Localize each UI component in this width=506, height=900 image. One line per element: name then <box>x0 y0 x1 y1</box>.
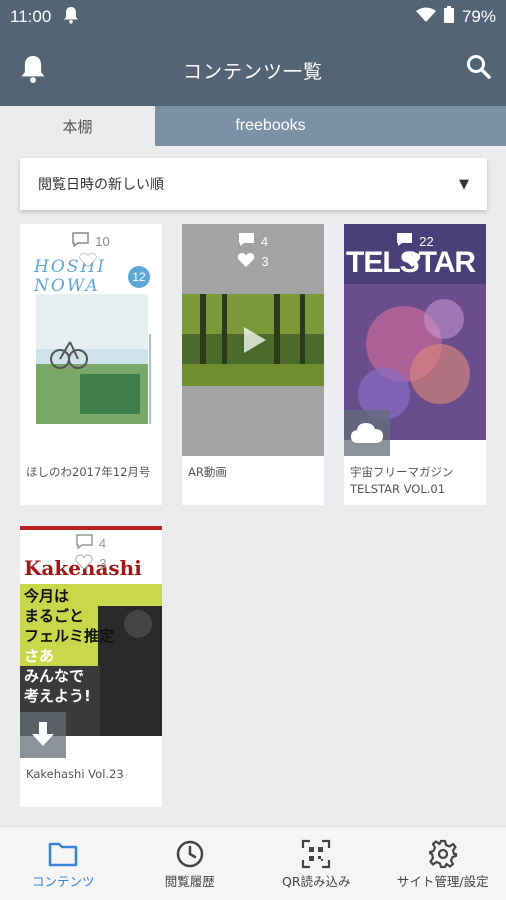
comment-icon <box>72 232 90 250</box>
nav-qr-reader[interactable]: QR読み込み <box>253 827 380 900</box>
nav-history[interactable]: 閲覧履歴 <box>127 827 254 900</box>
play-icon[interactable] <box>238 324 270 360</box>
card-title: 宇宙フリーマガジン TELSTAR VOL.01 <box>350 465 454 496</box>
comment-count: 4 <box>76 534 106 552</box>
shelf-tabs: 本棚 freebooks <box>0 106 506 146</box>
heart-icon <box>75 554 94 573</box>
folder-icon <box>48 837 78 871</box>
wifi-icon <box>415 7 436 28</box>
notification-bell-icon <box>63 6 79 28</box>
tab-freebooks[interactable]: freebooks <box>155 106 506 146</box>
card-title: AR動画 <box>188 465 227 479</box>
heart-icon <box>403 252 421 271</box>
status-time: 11:00 <box>10 7 52 26</box>
clock-icon <box>175 837 205 871</box>
content-card[interactable]: Kakehashi 今月は まるごと フェルミ推定 さあ みんなで 考えよう! … <box>20 526 162 807</box>
comment-icon <box>238 232 255 250</box>
content-card[interactable]: 4 3 AR動画 <box>182 224 324 505</box>
card-stats: 4 3 <box>20 534 162 573</box>
comment-count: 10 <box>72 232 110 250</box>
bell-icon[interactable] <box>20 54 46 88</box>
gear-icon <box>428 837 458 871</box>
content-card[interactable]: TELSTAR 22 宇宙フリーマガジン TELSTAR VOL.01 <box>344 224 486 505</box>
battery-icon <box>443 6 454 28</box>
card-stats: 4 3 <box>182 232 324 271</box>
bottom-navigation: コンテンツ 閲覧履歴 QR読み込み サイト管理/設定 <box>0 826 506 900</box>
page-title: コンテンツ一覧 <box>182 60 323 83</box>
cover-headline: 今月は まるごと フェルミ推定 さあ みんなで 考えよう! <box>24 587 115 705</box>
like-count <box>403 252 427 271</box>
heart-icon <box>79 252 97 271</box>
status-bar: 11:00 79% <box>0 0 506 34</box>
sort-selected-value: 閲覧日時の新しい順 <box>38 177 164 193</box>
tab-bookshelf[interactable]: 本棚 <box>0 106 155 146</box>
card-stats: 10 <box>20 232 162 271</box>
heart-icon <box>237 252 255 271</box>
battery-level: 79% <box>461 7 496 26</box>
like-count <box>79 252 103 271</box>
qr-icon <box>301 837 331 871</box>
search-icon[interactable] <box>466 54 492 84</box>
comment-count: 4 <box>238 232 268 250</box>
like-count: 3 <box>237 252 269 271</box>
card-title: ほしのわ2017年12月号 <box>26 465 151 479</box>
nav-contents[interactable]: コンテンツ <box>0 827 127 900</box>
chevron-down-icon: ▼ <box>459 176 469 192</box>
card-stats: 22 <box>344 232 486 271</box>
comment-count: 22 <box>396 232 434 250</box>
download-icon[interactable] <box>20 712 66 758</box>
comment-icon <box>76 534 93 552</box>
cloud-icon[interactable] <box>344 410 390 456</box>
comment-icon <box>396 232 413 250</box>
card-title: Kakehashi Vol.23 <box>26 767 124 781</box>
app-bar: コンテンツ一覧 <box>0 34 506 106</box>
sort-dropdown[interactable]: 閲覧日時の新しい順 ▼ <box>20 158 487 210</box>
like-count: 3 <box>75 554 107 573</box>
content-card[interactable]: HOSHI NOWA 12 10 ほしのわ2017年12月号 <box>20 224 162 505</box>
nav-settings[interactable]: サイト管理/設定 <box>380 827 506 900</box>
